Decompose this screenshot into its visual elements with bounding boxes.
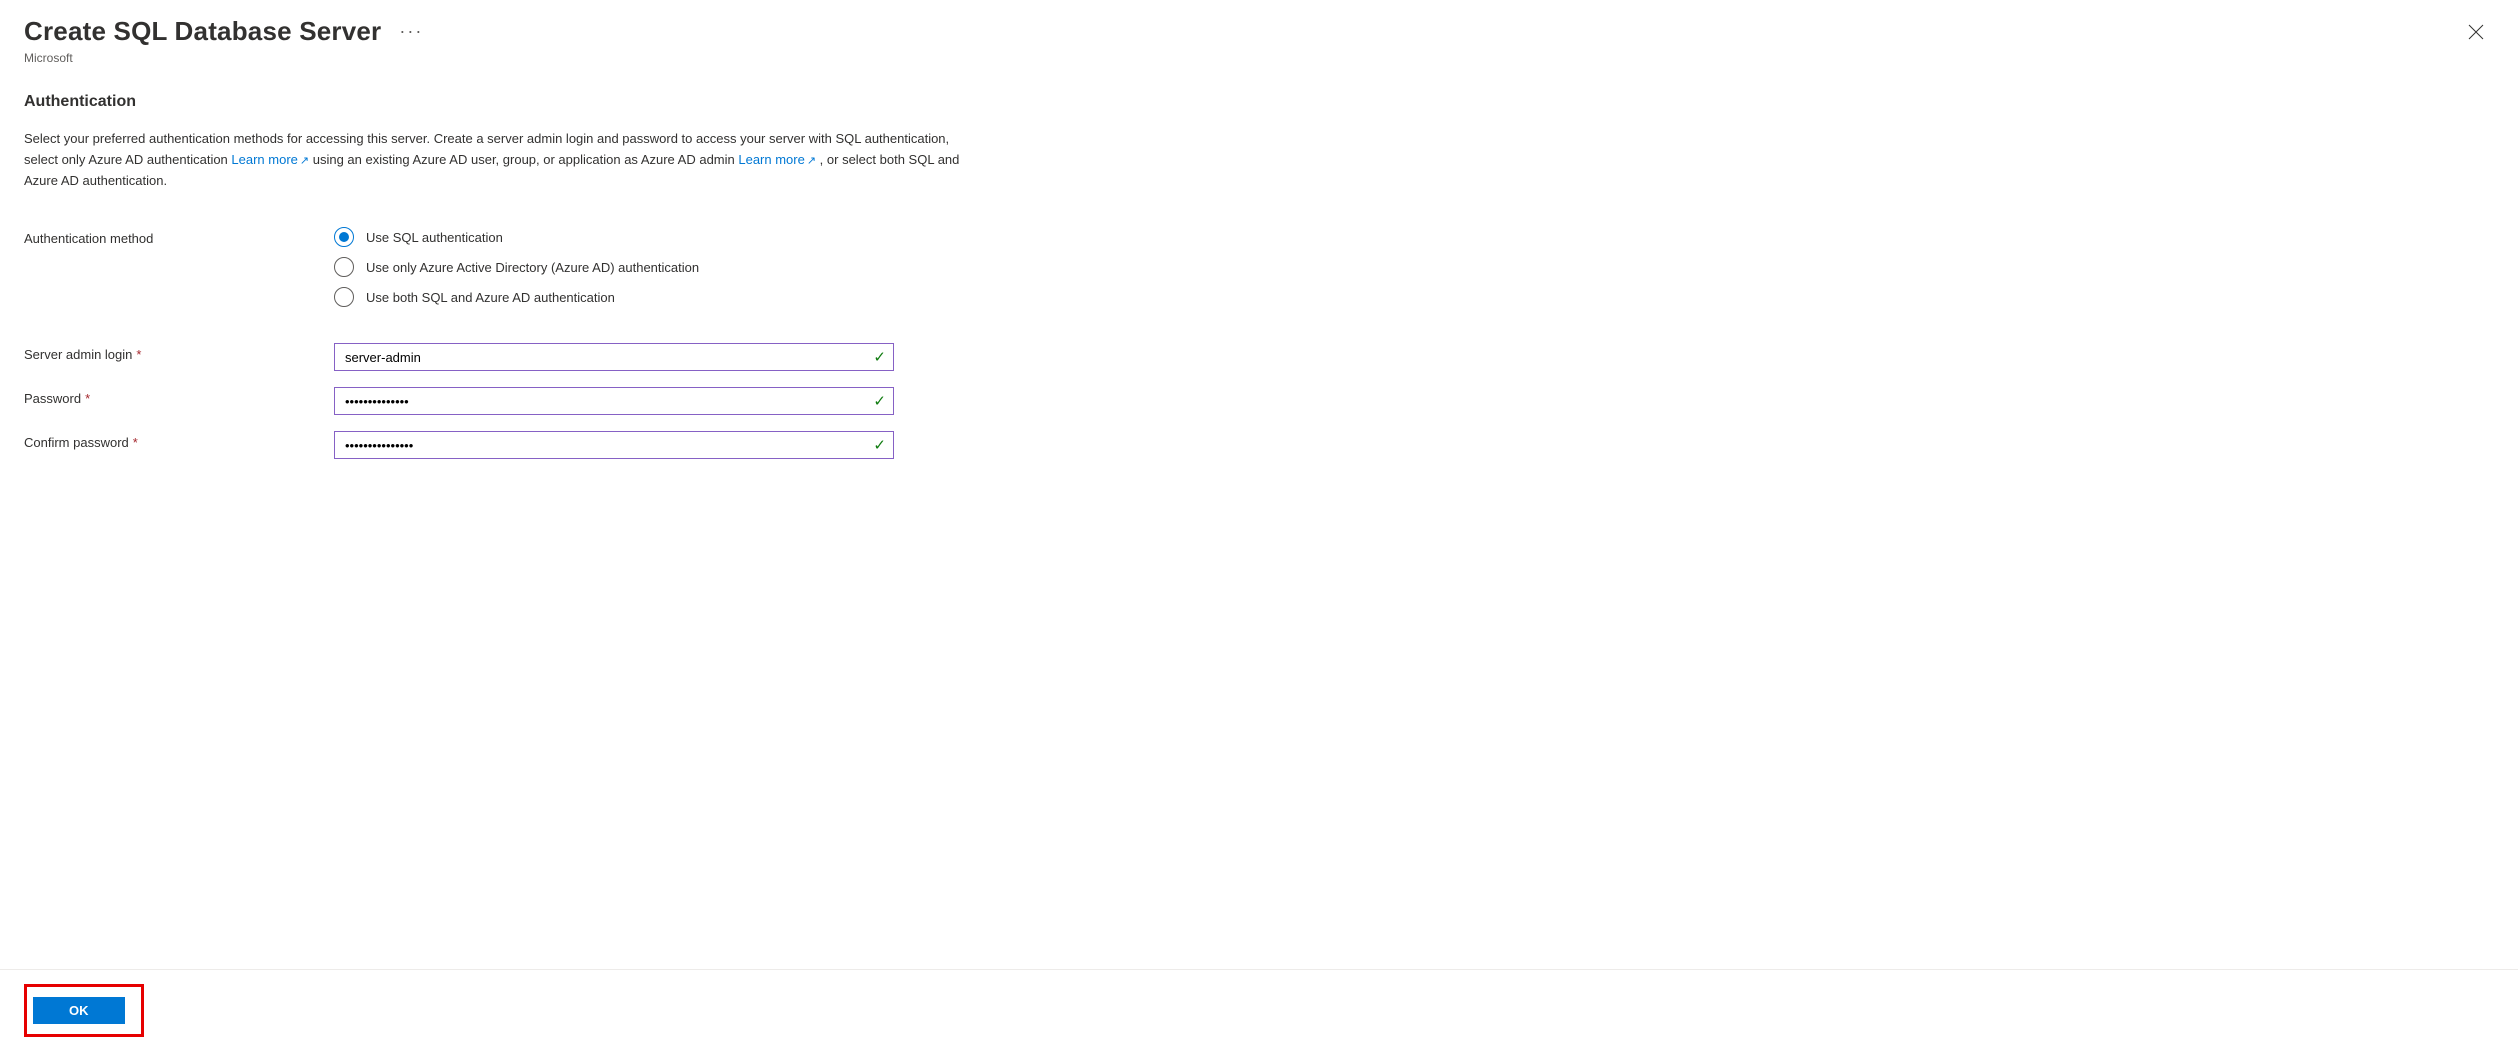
ok-button[interactable]: OK: [33, 997, 125, 1024]
content-area: Authentication Select your preferred aut…: [0, 73, 1000, 515]
auth-method-radio-group: Use SQL authentication Use only Azure Ac…: [334, 227, 894, 307]
radio-sql-auth[interactable]: Use SQL authentication: [334, 227, 894, 247]
password-input-wrap: ✓: [334, 387, 894, 415]
password-input[interactable]: [334, 387, 894, 415]
confirm-password-row: Confirm password* ✓: [24, 431, 976, 459]
section-heading: Authentication: [24, 93, 976, 111]
page-header: Create SQL Database Server ··· Microsoft: [0, 0, 2518, 73]
admin-login-label: Server admin login*: [24, 343, 334, 362]
radio-both-auth[interactable]: Use both SQL and Azure AD authentication: [334, 287, 894, 307]
radio-circle-icon: [334, 257, 354, 277]
radio-dot-icon: [339, 232, 349, 242]
learn-more-link-1[interactable]: Learn more↗: [231, 152, 309, 167]
confirm-password-input[interactable]: [334, 431, 894, 459]
admin-login-row: Server admin login* ✓: [24, 343, 976, 371]
required-mark: *: [133, 435, 138, 450]
radio-sql-label: Use SQL authentication: [366, 230, 503, 245]
form-area: Authentication method Use SQL authentica…: [24, 227, 976, 459]
header-left: Create SQL Database Server ··· Microsoft: [24, 16, 423, 65]
radio-circle-icon: [334, 227, 354, 247]
more-actions-icon[interactable]: ···: [399, 21, 423, 42]
radio-both-label: Use both SQL and Azure AD authentication: [366, 290, 615, 305]
confirm-password-label: Confirm password*: [24, 431, 334, 450]
password-row: Password* ✓: [24, 387, 976, 415]
auth-method-label: Authentication method: [24, 227, 334, 246]
footer-bar: OK: [0, 969, 2518, 1051]
section-description: Select your preferred authentication met…: [24, 129, 976, 191]
admin-login-input-wrap: ✓: [334, 343, 894, 371]
confirm-password-input-wrap: ✓: [334, 431, 894, 459]
learn-more-link-2[interactable]: Learn more↗: [738, 152, 816, 167]
close-button[interactable]: [2458, 16, 2494, 50]
close-icon: [2468, 24, 2484, 40]
radio-aad-only[interactable]: Use only Azure Active Directory (Azure A…: [334, 257, 894, 277]
external-link-icon: ↗: [300, 155, 309, 167]
password-label: Password*: [24, 387, 334, 406]
server-admin-login-input[interactable]: [334, 343, 894, 371]
auth-method-row: Authentication method Use SQL authentica…: [24, 227, 976, 307]
page-subtitle: Microsoft: [24, 51, 423, 65]
ok-highlight-box: OK: [24, 984, 144, 1037]
required-mark: *: [85, 391, 90, 406]
desc-text-2: using an existing Azure AD user, group, …: [309, 152, 738, 167]
title-row: Create SQL Database Server ···: [24, 16, 423, 47]
radio-aad-only-label: Use only Azure Active Directory (Azure A…: [366, 260, 699, 275]
radio-circle-icon: [334, 287, 354, 307]
page-title: Create SQL Database Server: [24, 16, 381, 47]
required-mark: *: [136, 347, 141, 362]
external-link-icon: ↗: [807, 155, 816, 167]
